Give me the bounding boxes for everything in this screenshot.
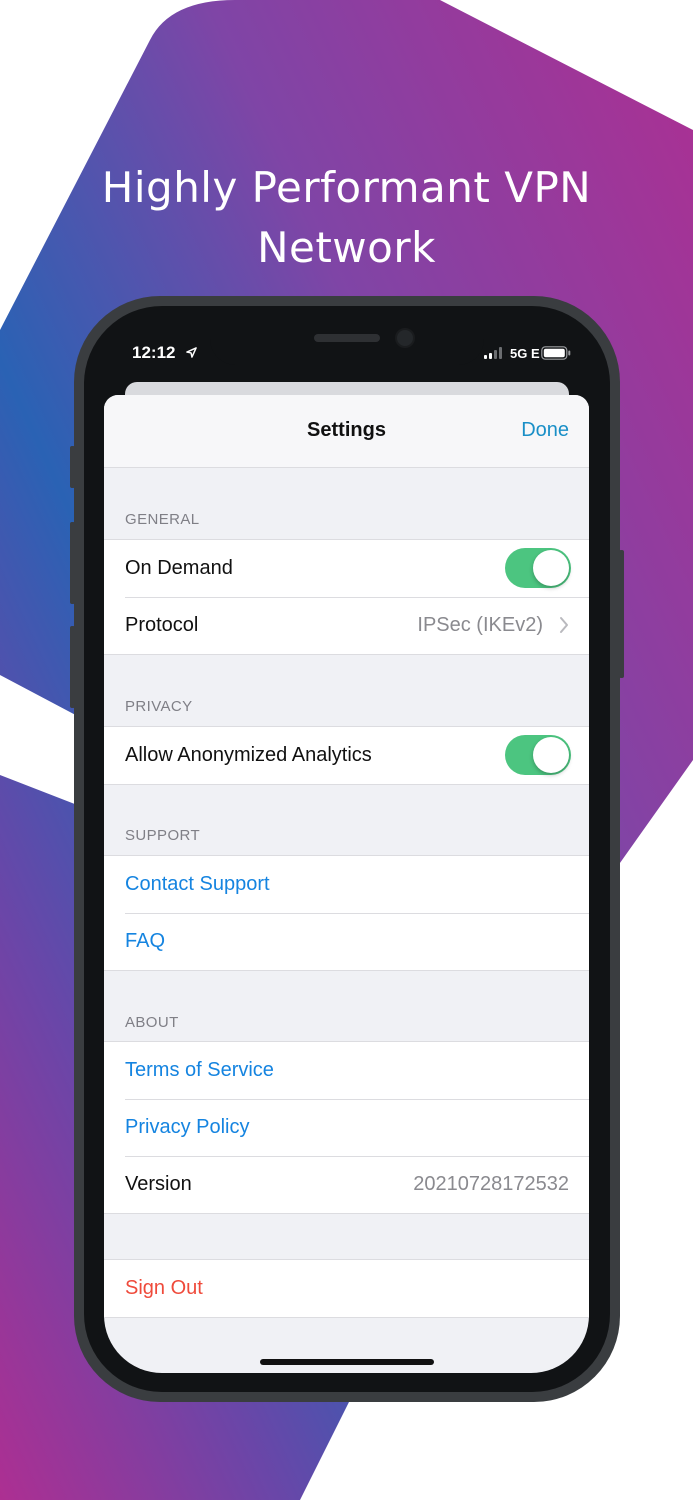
location-arrow-icon: [186, 347, 197, 358]
sign-out-button[interactable]: Sign Out: [125, 1277, 203, 1300]
cellular-signal-icon: [484, 347, 502, 359]
headline-line-2: Network: [257, 223, 436, 272]
navigation-bar: Settings Done: [104, 395, 589, 468]
analytics-label: Allow Anonymized Analytics: [125, 744, 372, 766]
settings-screen: Settings Done GENERAL On Demand Protocol…: [104, 395, 589, 1373]
about-group: Terms of Service Privacy Policy Version …: [104, 1041, 589, 1214]
volume-down-button: [70, 626, 75, 708]
section-header-general: GENERAL: [125, 511, 200, 528]
terms-row[interactable]: Terms of Service: [104, 1042, 589, 1099]
faq-row[interactable]: FAQ: [104, 913, 589, 970]
toggle-knob: [533, 550, 569, 586]
page-title: Settings: [307, 419, 386, 441]
section-header-support: SUPPORT: [125, 827, 201, 844]
volume-up-button: [70, 522, 75, 604]
on-demand-row: On Demand: [104, 540, 589, 597]
headline-line-1: Highly Performant VPN: [101, 163, 592, 212]
terms-of-service-link[interactable]: Terms of Service: [125, 1059, 274, 1082]
privacy-policy-link[interactable]: Privacy Policy: [125, 1116, 249, 1139]
account-group: Sign Out: [104, 1259, 589, 1318]
version-label: Version: [125, 1173, 192, 1195]
mute-switch: [70, 446, 75, 488]
home-indicator[interactable]: [260, 1359, 434, 1365]
support-group: Contact Support FAQ: [104, 855, 589, 971]
network-type: 5G E: [510, 346, 540, 361]
sign-out-row[interactable]: Sign Out: [104, 1260, 589, 1317]
analytics-row: Allow Anonymized Analytics: [104, 727, 589, 784]
contact-support-link[interactable]: Contact Support: [125, 873, 270, 896]
version-row: Version 20210728172532: [104, 1156, 589, 1213]
chevron-right-icon: [560, 617, 568, 633]
power-button: [619, 550, 624, 678]
done-button[interactable]: Done: [521, 419, 569, 442]
analytics-toggle[interactable]: [505, 735, 571, 775]
section-header-privacy: PRIVACY: [125, 698, 193, 715]
marketing-headline: Highly Performant VPN Network: [0, 158, 693, 278]
protocol-label: Protocol: [125, 614, 199, 636]
section-header-about: ABOUT: [125, 1014, 179, 1031]
protocol-row[interactable]: Protocol IPSec (IKEv2): [104, 597, 589, 654]
protocol-value: IPSec (IKEv2): [417, 614, 543, 636]
on-demand-toggle[interactable]: [505, 548, 571, 588]
on-demand-label: On Demand: [125, 557, 233, 579]
status-time: 12:12: [132, 343, 176, 362]
version-value: 20210728172532: [413, 1173, 569, 1195]
general-group: On Demand Protocol IPSec (IKEv2): [104, 539, 589, 655]
notch: [210, 325, 484, 365]
speaker-grille: [314, 334, 380, 342]
battery-icon: [541, 346, 571, 360]
privacy-group: Allow Anonymized Analytics: [104, 726, 589, 785]
privacy-policy-row[interactable]: Privacy Policy: [104, 1099, 589, 1156]
contact-support-row[interactable]: Contact Support: [104, 856, 589, 913]
faq-link[interactable]: FAQ: [125, 930, 165, 953]
toggle-knob: [533, 737, 569, 773]
front-camera: [395, 328, 415, 348]
